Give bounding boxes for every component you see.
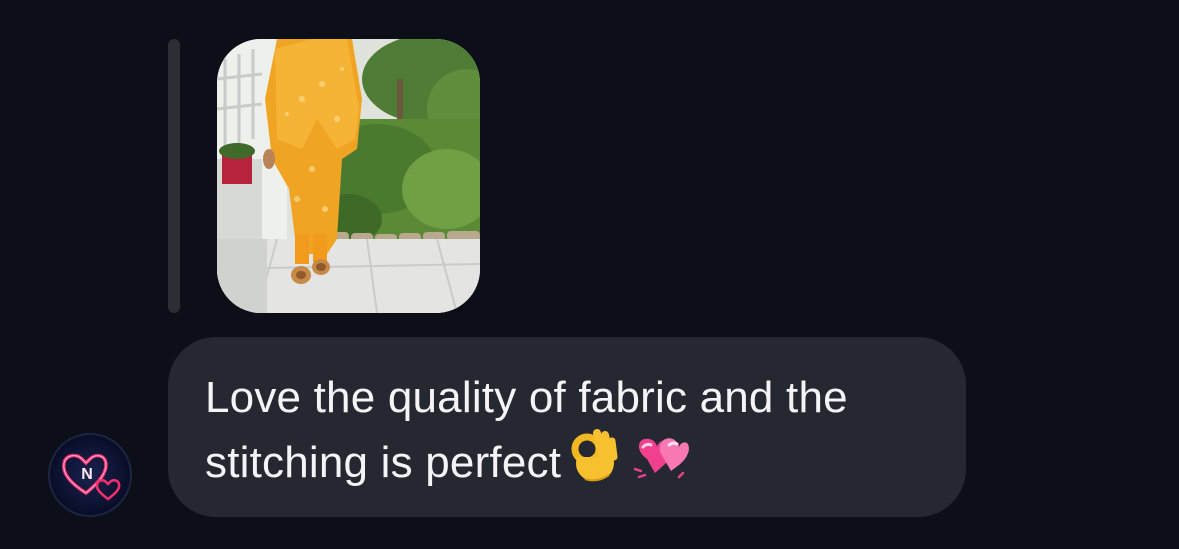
- two-hearts-icon: [633, 431, 690, 500]
- ok-hand-icon: [567, 427, 619, 500]
- previous-message-edge: [258, 0, 268, 4]
- chat-thread: Love the quality of fabric and the stitc…: [0, 0, 1179, 549]
- message-text-line: Love the quality of fabric and the stitc…: [205, 369, 929, 500]
- avatar-initial: N: [81, 466, 93, 483]
- message-text: Love the quality of fabric and the stitc…: [205, 373, 848, 487]
- sender-avatar[interactable]: N: [48, 433, 132, 517]
- photo-image: [217, 39, 480, 313]
- message-bubble[interactable]: Love the quality of fabric and the stitc…: [168, 337, 966, 517]
- shared-photo[interactable]: [217, 39, 480, 313]
- reply-indicator-bar: [168, 39, 180, 313]
